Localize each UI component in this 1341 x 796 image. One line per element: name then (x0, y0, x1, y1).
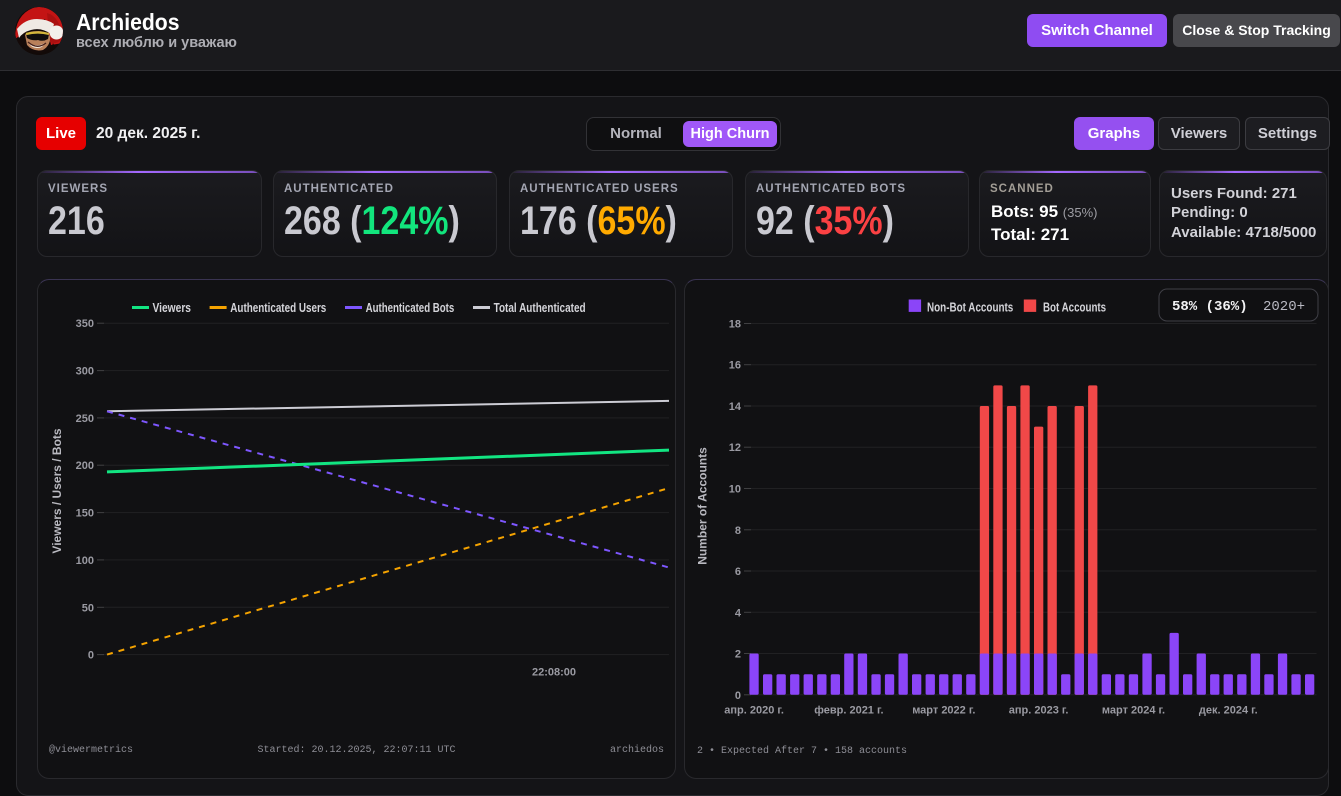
svg-text:Viewers / Users / Bots: Viewers / Users / Bots (50, 428, 64, 554)
svg-text:8: 8 (735, 525, 741, 537)
svg-text:март 2024 г.: март 2024 г. (1102, 705, 1165, 717)
svg-text:Total Authenticated: Total Authenticated (494, 301, 586, 315)
svg-text:250: 250 (76, 413, 94, 425)
svg-text:350: 350 (76, 318, 94, 330)
svg-text:дек. 2024 г.: дек. 2024 г. (1199, 705, 1258, 717)
svg-text:6: 6 (735, 566, 741, 578)
svg-text:58% (36%): 58% (36%) (1172, 299, 1248, 315)
svg-text:2020+: 2020+ (1263, 299, 1305, 315)
svg-text:100: 100 (76, 555, 94, 567)
svg-text:50: 50 (82, 602, 94, 614)
svg-text:200: 200 (76, 460, 94, 472)
svg-text:Non-Bot Accounts: Non-Bot Accounts (927, 301, 1013, 315)
svg-text:14: 14 (729, 401, 742, 413)
svg-text:февр. 2021 г.: февр. 2021 г. (814, 705, 883, 717)
svg-text:300: 300 (76, 366, 94, 378)
svg-text:2: 2 (735, 649, 741, 661)
svg-text:Bot Accounts: Bot Accounts (1043, 301, 1106, 315)
svg-text:16: 16 (729, 360, 741, 372)
svg-text:Authenticated Bots: Authenticated Bots (366, 301, 455, 315)
svg-text:Number of Accounts: Number of Accounts (696, 447, 710, 565)
svg-text:Authenticated Users: Authenticated Users (230, 301, 326, 315)
svg-text:150: 150 (76, 508, 94, 520)
svg-text:0: 0 (735, 690, 741, 702)
svg-text:18: 18 (729, 319, 741, 331)
svg-text:Viewers: Viewers (153, 301, 192, 315)
svg-text:апр. 2020 г.: апр. 2020 г. (724, 705, 784, 717)
svg-text:апр. 2023 г.: апр. 2023 г. (1009, 705, 1069, 717)
svg-text:10: 10 (729, 484, 741, 496)
svg-text:4: 4 (735, 607, 742, 619)
svg-text:0: 0 (88, 650, 94, 662)
svg-text:22:08:00: 22:08:00 (532, 667, 576, 679)
svg-text:12: 12 (729, 442, 741, 454)
svg-text:март 2022 г.: март 2022 г. (912, 705, 975, 717)
